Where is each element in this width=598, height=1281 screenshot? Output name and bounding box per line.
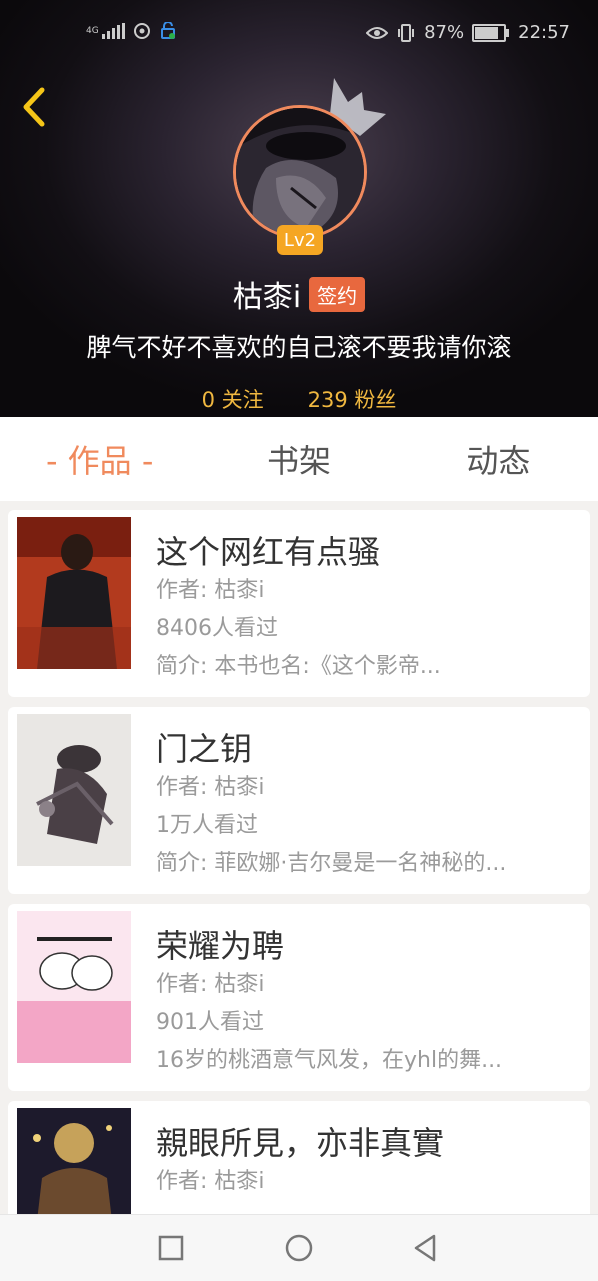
status-bar: 4G 87% 22:57 — [0, 0, 598, 68]
system-back-button[interactable] — [410, 1233, 440, 1263]
book-title[interactable]: 荣耀为聘 — [156, 926, 576, 966]
triangle-left-icon — [414, 1234, 436, 1262]
book-summary: 简介: 菲欧娜·吉尔曼是一名神秘的... — [156, 851, 507, 876]
follow-stats: 0 关注 239 粉丝 — [0, 384, 598, 414]
signal-icon — [101, 23, 125, 39]
tab-bookshelf[interactable]: 书架 — [199, 417, 398, 501]
book-author: 作者: 枯桼i — [156, 972, 265, 997]
book-views: 8406人看过 — [156, 616, 278, 641]
circle-icon — [285, 1234, 313, 1262]
tab-activity[interactable]: 动态 — [399, 417, 598, 501]
signed-author-badge: 签约 — [309, 276, 366, 312]
hotspot-icon — [133, 23, 150, 39]
tab-works[interactable]: - 作品 - — [0, 417, 199, 501]
battery-icon — [472, 23, 510, 42]
system-nav-bar — [0, 1214, 598, 1281]
book-title[interactable]: 親眼所見，亦非真實 — [156, 1123, 576, 1163]
recents-button[interactable] — [156, 1233, 186, 1263]
vibrate-icon — [398, 23, 415, 42]
book-title[interactable]: 这个网红有点骚 — [156, 532, 576, 572]
following-count[interactable]: 0 关注 — [202, 384, 264, 414]
book-card[interactable]: 这个网红有点骚 作者: 枯桼i 8406人看过 简介: 本书也名:《这个影帝..… — [8, 510, 590, 697]
username: 枯桼i — [232, 280, 302, 315]
book-card[interactable]: 親眼所見，亦非真實 作者: 枯桼i — [8, 1101, 590, 1221]
book-author: 作者: 枯桼i — [156, 578, 265, 603]
book-title[interactable]: 门之钥 — [156, 729, 576, 769]
book-card[interactable]: 荣耀为聘 作者: 枯桼i 901人看过 16岁的桃酒意气风发，在yhl的舞... — [8, 904, 590, 1091]
fans-count[interactable]: 239 粉丝 — [308, 384, 397, 414]
eye-comfort-icon — [366, 26, 389, 39]
avatar[interactable] — [233, 105, 367, 239]
back-button[interactable] — [14, 82, 54, 132]
book-cover — [17, 714, 131, 866]
book-cover — [17, 1108, 131, 1221]
name-row: 枯桼i 签约 — [0, 272, 598, 316]
book-views: 901人看过 — [156, 1010, 264, 1035]
book-summary: 简介: 本书也名:《这个影帝... — [156, 654, 441, 679]
profile-header: 4G 87% 22:57 Lv2 枯桼i 签约 脾气不好不喜欢的自己滚不要我请你… — [0, 0, 598, 417]
network-type: 4G — [86, 25, 99, 36]
clock: 22:57 — [518, 22, 570, 43]
book-card[interactable]: 门之钥 作者: 枯桼i 1万人看过 简介: 菲欧娜·吉尔曼是一名神秘的... — [8, 707, 590, 894]
battery-percent: 87% — [424, 22, 465, 43]
book-cover — [17, 517, 131, 669]
avatar-image — [233, 105, 367, 239]
book-cover — [17, 911, 131, 1063]
user-bio: 脾气不好不喜欢的自己滚不要我请你滚 — [86, 333, 512, 362]
book-views: 1万人看过 — [156, 813, 258, 838]
home-button[interactable] — [284, 1233, 314, 1263]
book-author: 作者: 枯桼i — [156, 775, 265, 800]
network-indicator: 4G — [86, 23, 125, 39]
profile-tabs: - 作品 - 书架 动态 — [0, 417, 598, 501]
book-author: 作者: 枯桼i — [156, 1169, 265, 1194]
square-icon — [158, 1235, 184, 1261]
level-badge: Lv2 — [277, 225, 323, 255]
book-summary: 16岁的桃酒意气风发，在yhl的舞... — [156, 1048, 503, 1073]
vpn-icon — [160, 22, 175, 39]
chevron-left-icon — [23, 87, 45, 127]
